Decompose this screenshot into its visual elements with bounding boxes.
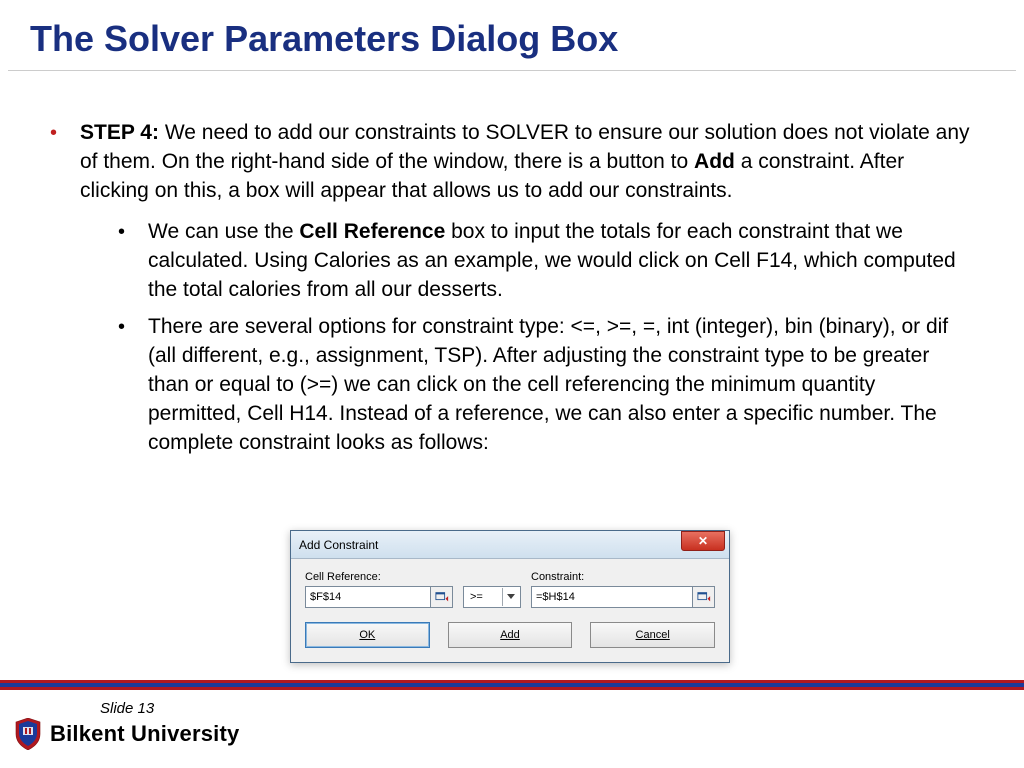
- footer-stripe: [0, 680, 1024, 690]
- operator-select[interactable]: >=: [463, 586, 521, 608]
- cancel-button[interactable]: Cancel: [590, 622, 715, 648]
- slide-title: The Solver Parameters Dialog Box: [0, 0, 1024, 70]
- cell-reference-input[interactable]: [305, 586, 431, 608]
- bullet-dot: •: [118, 218, 148, 305]
- cell-reference-field: Cell Reference:: [305, 571, 453, 608]
- operator-field: >=: [463, 571, 521, 608]
- slide-content: • STEP 4: We need to add our constraints…: [0, 91, 1024, 466]
- bullet-dot: •: [50, 119, 80, 466]
- sub2-text: There are several options for constraint…: [148, 313, 974, 458]
- step-label: STEP 4:: [80, 121, 159, 144]
- ok-button[interactable]: OK: [305, 622, 430, 648]
- add-button[interactable]: Add: [448, 622, 573, 648]
- dialog-titlebar[interactable]: Add Constraint ✕: [291, 531, 729, 559]
- footer-logo: Bilkent University: [14, 718, 239, 750]
- operator-value: >=: [470, 591, 483, 603]
- dialog-title: Add Constraint: [299, 538, 378, 552]
- add-constraint-dialog: Add Constraint ✕ Cell Reference: >=: [290, 530, 730, 663]
- slide-number: Slide 13: [100, 700, 154, 717]
- cellref-word: Cell Reference: [299, 220, 445, 243]
- close-button[interactable]: ✕: [681, 531, 725, 551]
- range-picker-button[interactable]: [431, 586, 453, 608]
- range-picker-icon: [435, 590, 449, 604]
- chevron-down-icon: [502, 588, 518, 606]
- range-picker-button[interactable]: [693, 586, 715, 608]
- close-icon: ✕: [698, 534, 708, 548]
- constraint-input[interactable]: [531, 586, 693, 608]
- bullet-level2: • We can use the Cell Reference box to i…: [118, 218, 974, 305]
- bullet-level2: • There are several options for constrai…: [118, 313, 974, 458]
- title-rule: [8, 70, 1016, 71]
- university-name: Bilkent University: [50, 721, 239, 747]
- constraint-label: Constraint:: [531, 571, 715, 583]
- constraint-field: Constraint:: [531, 571, 715, 608]
- bullet-level1: • STEP 4: We need to add our constraints…: [50, 119, 974, 466]
- range-picker-icon: [697, 590, 711, 604]
- bullet-dot: •: [118, 313, 148, 458]
- add-word: Add: [694, 150, 735, 173]
- cell-reference-label: Cell Reference:: [305, 571, 453, 583]
- shield-icon: [14, 718, 42, 750]
- sub1-a: We can use the: [148, 220, 299, 243]
